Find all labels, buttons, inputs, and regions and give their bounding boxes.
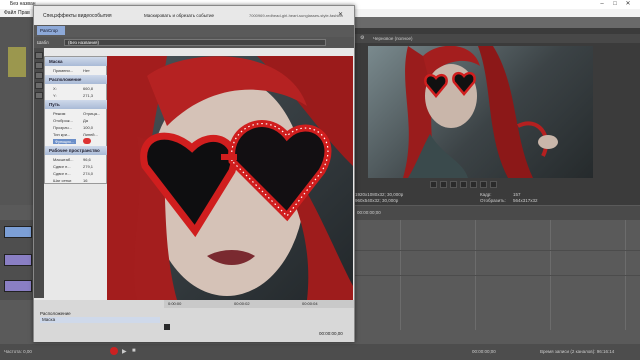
tree-value[interactable]: 100,0	[83, 125, 93, 130]
tree-label: Y:	[53, 93, 57, 98]
dialog-time-readout: 00:00:00,00	[319, 331, 343, 336]
display-label: Отобразить:	[480, 198, 506, 203]
tree-label: Сдвиг п...	[53, 164, 71, 169]
play-icon[interactable]: ▶	[122, 348, 127, 355]
display-value: 564x317x32	[513, 198, 538, 203]
settings-icon[interactable]: ⚙	[360, 35, 364, 41]
mask-tools-bar	[34, 48, 44, 298]
pause-button[interactable]	[460, 181, 467, 188]
record-button[interactable]	[430, 181, 437, 188]
folder-icon	[8, 47, 26, 77]
tree-value[interactable]: 271,3	[83, 93, 93, 98]
hand-tool-icon[interactable]	[35, 92, 43, 99]
preview-video	[368, 46, 593, 178]
track-2[interactable]	[4, 254, 32, 266]
arrow-tool-icon[interactable]	[35, 52, 43, 59]
timeline-grid[interactable]	[355, 220, 640, 330]
keyframe-marker[interactable]	[164, 324, 170, 330]
preview-info-text: 960x540x32; 30,000р	[355, 198, 399, 203]
main-title: Без назван	[10, 1, 36, 7]
preview-transport	[430, 181, 520, 190]
media-path: 7000969-redhead-girl-heart-sunglasses-st…	[249, 13, 343, 18]
dialog-title: Спецэффекты видеособытия	[43, 13, 112, 19]
close-icon[interactable]: ✕	[624, 1, 632, 8]
record-time: Время записи (2 каналов): 96:16:14	[540, 349, 615, 354]
position-section[interactable]: Расположение	[45, 75, 108, 84]
tree-label: Масштаб...	[53, 157, 74, 162]
tree-label: Примени...	[53, 68, 74, 73]
tree-value[interactable]: Линей...	[83, 132, 98, 137]
preset-label: Шабл	[37, 40, 49, 45]
prev-frame-button[interactable]	[480, 181, 487, 188]
explorer-strip	[0, 17, 35, 207]
tree-value[interactable]: 16	[83, 178, 87, 183]
tree-label: Шаг сетки	[53, 178, 72, 183]
dialog-keyframe-timeline: 0:00:00 00:00:02 00:00:04 Расположение М…	[34, 300, 354, 342]
tree-value[interactable]: 660,8	[83, 86, 93, 91]
track-1[interactable]	[4, 226, 32, 238]
rate-readout: Частота: 0,00	[4, 349, 32, 354]
tick-label: 00:00:02	[234, 301, 250, 306]
maximize-icon[interactable]: □	[611, 1, 619, 8]
color-swatch-icon[interactable]	[83, 138, 91, 144]
project-info: 1920x1080x32; 30,000р	[355, 192, 404, 197]
preset-row: Шабл (Без названия)	[34, 37, 354, 48]
frame-label: Кадр:	[480, 192, 492, 197]
preview-info: 1920x1080x32; 30,000р 960x540x32; 30,000…	[355, 191, 640, 205]
keyframe-ruler[interactable]: 0:00:00 00:00:02 00:00:04	[164, 300, 354, 308]
menu-edit[interactable]: Прав	[18, 10, 30, 16]
path-section[interactable]: Путь	[45, 100, 108, 109]
track-headers	[0, 220, 35, 300]
keyframe-track-label-selected[interactable]: Маска	[40, 317, 160, 323]
track-3[interactable]	[4, 280, 32, 292]
preview-toolbar: ⚙ Черновое (полное)	[355, 34, 640, 43]
mask-section[interactable]: Маска	[45, 57, 108, 66]
canvas-image	[107, 56, 353, 300]
preset-select[interactable]: (Без названия)	[64, 39, 326, 46]
timeline-ruler[interactable]: 00:00:00;00	[355, 206, 640, 220]
dialog-fx-name: Маскировать и обрезать событие	[144, 13, 215, 18]
tree-value[interactable]: 96,6	[83, 157, 91, 162]
stop-button[interactable]	[470, 181, 477, 188]
tick-label: 00:00:04	[302, 301, 318, 306]
frame-value: 157	[513, 192, 521, 197]
tree-label: Режим	[53, 111, 66, 116]
tree-value[interactable]: Да	[83, 118, 88, 123]
property-tree: Маска Примени... Нет Расположение X: 660…	[44, 56, 108, 184]
play-button[interactable]	[450, 181, 457, 188]
tick-label: 0:00:00	[168, 301, 182, 306]
tree-value[interactable]: Отрица...	[83, 111, 100, 116]
tree-label: Прозрач...	[53, 125, 72, 130]
next-frame-button[interactable]	[490, 181, 497, 188]
rect-tool-icon[interactable]	[35, 72, 43, 79]
record-icon[interactable]	[110, 347, 118, 355]
dialog-tabs: PanCrop Маскировать и обрезать событие 7…	[34, 13, 354, 37]
tree-value[interactable]: Нет	[83, 68, 90, 73]
mask-canvas[interactable]	[107, 56, 353, 300]
tree-label: Сдвиг п...	[53, 171, 71, 176]
tree-label-selected[interactable]: Функция...	[53, 139, 77, 144]
tree-label: X:	[53, 86, 57, 91]
tree-label: Тип кри...	[53, 132, 71, 137]
preview-frame	[403, 46, 558, 178]
cursor-time: 00:00:00;00	[472, 349, 496, 354]
stop-icon[interactable]: ■	[132, 348, 136, 354]
workspace-section[interactable]: Рабочее пространство	[45, 146, 108, 155]
pen-tool-icon[interactable]	[35, 62, 43, 69]
bottom-transport-bar: Частота: 0,00 ▶ ■ 00:00:00;00 Время запи…	[0, 344, 640, 360]
ruler-time: 00:00:00;00	[357, 210, 381, 215]
menu-file[interactable]: Файл	[4, 10, 16, 16]
zoom-tool-icon[interactable]	[35, 82, 43, 89]
loop-button[interactable]	[440, 181, 447, 188]
minimize-icon[interactable]: –	[598, 1, 606, 8]
tree-value[interactable]: 274,0	[83, 171, 93, 176]
keyframe-track-label: Расположение	[40, 311, 71, 316]
video-fx-dialog: Спецэффекты видеособытия ✕ PanCrop Маски…	[33, 5, 355, 342]
preview-quality[interactable]: Черновое (полное)	[373, 36, 413, 41]
tree-label: Отоброж...	[53, 118, 73, 123]
tree-value[interactable]: 279,1	[83, 164, 93, 169]
tab-pancrop[interactable]: PanCrop	[37, 26, 65, 35]
